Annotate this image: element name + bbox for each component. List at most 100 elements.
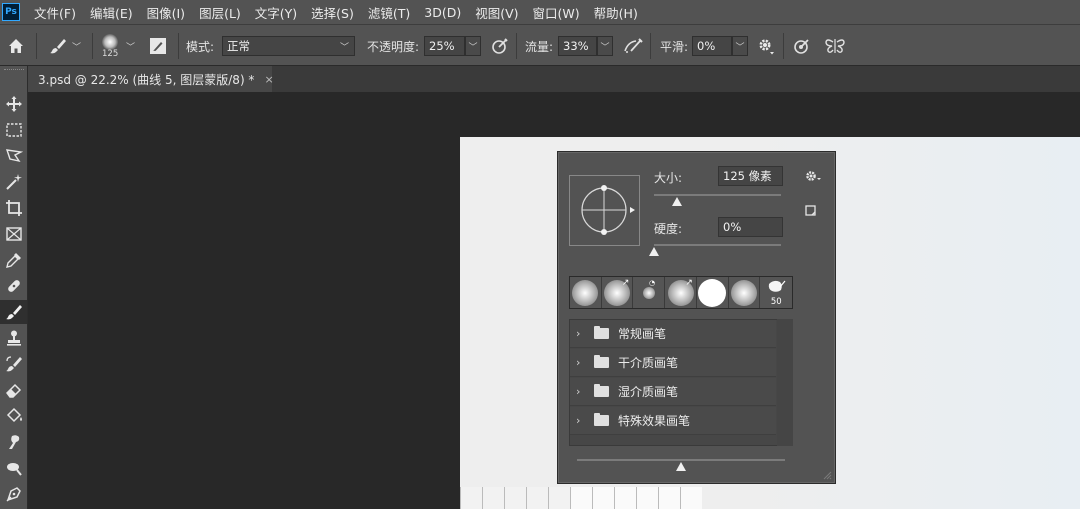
dodge-tool-button[interactable]	[0, 456, 27, 480]
smudge-icon	[8, 435, 19, 449]
smoothing-input[interactable]: 0% ﹀	[692, 25, 748, 67]
folder-row-dry-media[interactable]: › 干介质画笔	[570, 349, 776, 377]
chevron-right-icon[interactable]: ›	[576, 356, 590, 369]
brush-preset-small-soft[interactable]: ◔	[633, 277, 666, 308]
mode-select[interactable]: 正常 ﹀	[222, 25, 355, 67]
menu-type[interactable]: 文字(Y)	[255, 3, 297, 22]
brush-settings-toggle[interactable]	[148, 25, 168, 67]
pressure-size-button[interactable]	[792, 25, 812, 67]
new-preset-button[interactable]	[804, 204, 820, 218]
history-brush-tool-button[interactable]	[0, 352, 27, 376]
frame-tool-button[interactable]	[0, 222, 27, 246]
menu-3d[interactable]: 3D(D)	[424, 5, 461, 20]
close-icon[interactable]: ×	[264, 73, 273, 86]
brush-preset-icon	[102, 33, 119, 50]
smoothing-field[interactable]: 0%	[692, 36, 732, 56]
stamp-icon	[6, 330, 21, 346]
smoothing-settings-button[interactable]	[757, 25, 775, 67]
menu-select[interactable]: 选择(S)	[311, 3, 354, 22]
lasso-tool-button[interactable]	[0, 144, 27, 168]
hardness-slider-track[interactable]	[654, 244, 781, 246]
hardness-field[interactable]: 0%	[718, 217, 783, 237]
menu-file[interactable]: 文件(F)	[34, 3, 76, 22]
clone-stamp-tool-button[interactable]	[0, 326, 27, 350]
opacity-input[interactable]: 25% ﹀	[424, 25, 481, 67]
size-slider-track[interactable]	[654, 194, 781, 196]
preset-size-label: 50	[770, 297, 782, 307]
move-icon	[5, 96, 22, 112]
folder-list-scrollbar[interactable]	[777, 319, 793, 446]
resize-grip-icon[interactable]	[822, 470, 832, 480]
document-tab[interactable]: 3.psd @ 22.2% (曲线 5, 图层蒙版/8) * ×	[28, 66, 274, 92]
eraser-tool-button[interactable]	[0, 378, 27, 402]
symmetry-button[interactable]	[824, 25, 846, 67]
divider	[178, 33, 179, 59]
paint-bucket-icon	[6, 407, 22, 423]
slider-thumb-icon	[649, 247, 659, 256]
menu-filter[interactable]: 滤镜(T)	[368, 3, 410, 22]
brush-preset-soft-round-pressure[interactable]: ↗	[601, 277, 634, 308]
folder-icon	[594, 413, 609, 426]
menu-window[interactable]: 窗口(W)	[533, 3, 580, 22]
chevron-down-icon: ﹀	[339, 42, 349, 53]
brush-preset-picker[interactable]: 125	[102, 25, 118, 67]
menu-edit[interactable]: 编辑(E)	[90, 3, 133, 22]
folder-row-special-effects[interactable]: › 特殊效果画笔	[570, 407, 776, 435]
folder-row-general[interactable]: › 常规画笔	[570, 320, 776, 348]
content-cell	[504, 487, 526, 509]
menu-help[interactable]: 帮助(H)	[594, 3, 638, 22]
home-button[interactable]	[6, 25, 26, 67]
divider	[36, 33, 37, 59]
magic-wand-tool-button[interactable]	[0, 170, 27, 194]
brush-tool-button[interactable]	[0, 300, 27, 324]
menu-view[interactable]: 视图(V)	[475, 3, 518, 22]
folder-row-wet-media[interactable]: › 湿介质画笔	[570, 378, 776, 406]
size-slider-thumb[interactable]	[671, 197, 684, 207]
smoothing-dropdown[interactable]: ﹀	[732, 36, 748, 56]
paint-bucket-tool-button[interactable]	[0, 404, 27, 428]
brush-angle-preview[interactable]	[569, 175, 640, 246]
soft-round-brush-icon	[642, 286, 655, 299]
content-cell	[680, 487, 702, 509]
pressure-opacity-button[interactable]	[490, 25, 510, 67]
flow-dropdown[interactable]: ﹀	[597, 36, 613, 56]
preview-scale-slider-thumb[interactable]	[676, 462, 688, 472]
popup-settings-button[interactable]	[804, 169, 824, 183]
size-field[interactable]: 125 像素	[718, 166, 783, 186]
pen-icon	[6, 487, 21, 502]
eyedropper-tool-button[interactable]	[0, 248, 27, 272]
marquee-tool-button[interactable]	[0, 118, 27, 142]
brush-preset-hard-round[interactable]	[696, 277, 729, 308]
menu-image[interactable]: 图像(I)	[147, 3, 185, 22]
brush-preset-dropdown[interactable]: ﹀	[126, 25, 135, 67]
brush-preset-soft-round-3[interactable]	[728, 277, 761, 308]
airbrush-button[interactable]	[622, 25, 644, 67]
pen-tool-button[interactable]	[0, 482, 27, 506]
panel-grip[interactable]	[4, 69, 24, 73]
canvas-area[interactable]	[28, 92, 1080, 509]
flow-field[interactable]: 33%	[558, 36, 597, 56]
move-tool-button[interactable]	[0, 92, 27, 116]
flow-label: 流量:	[525, 39, 554, 54]
crop-tool-button[interactable]	[0, 196, 27, 220]
gear-icon	[806, 171, 821, 181]
flow-input[interactable]: 33% ﹀	[558, 25, 613, 67]
brush-preset-custom[interactable]: 50	[760, 277, 793, 308]
healing-brush-tool-button[interactable]	[0, 274, 27, 298]
airbrush-icon	[624, 38, 643, 53]
chevron-right-icon[interactable]: ›	[576, 327, 590, 340]
preview-scale-slider-track[interactable]	[577, 459, 785, 461]
opacity-field[interactable]: 25%	[424, 36, 465, 56]
smudge-tool-button[interactable]	[0, 430, 27, 454]
opacity-dropdown[interactable]: ﹀	[465, 36, 481, 56]
chevron-right-icon[interactable]: ›	[576, 385, 590, 398]
folder-icon	[594, 355, 609, 368]
tool-preset-picker[interactable]: ﹀	[48, 25, 81, 67]
brush-icon	[5, 305, 22, 320]
menu-layer[interactable]: 图层(L)	[199, 3, 241, 22]
chevron-right-icon[interactable]: ›	[576, 414, 590, 427]
brush-preset-soft-round-2[interactable]: ↗	[665, 277, 697, 308]
brush-preset-soft-round[interactable]	[570, 277, 602, 308]
hardness-slider-thumb[interactable]	[649, 247, 661, 257]
brush-preset-picker-popup: 大小: 125 像素 硬度: 0% ↗ ◔ ↗ 50 › 常规画笔 › 干介质画…	[557, 151, 836, 484]
